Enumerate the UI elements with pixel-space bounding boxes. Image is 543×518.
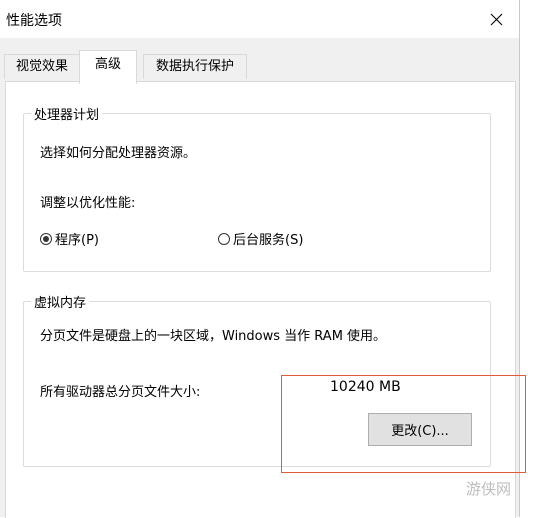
performance-options-dialog: 性能选项 视觉效果 高级 数据执行保护 处理器计划 选择如何分配处理器资源。 调… [0, 0, 520, 518]
close-icon [490, 13, 502, 25]
tab-advanced[interactable]: 高级 [79, 50, 137, 84]
group-title: 处理器计划 [31, 104, 103, 123]
tab-label: 视觉效果 [15, 59, 68, 74]
background-outside-window [520, 0, 543, 517]
radio-label: 后台服务(S) [233, 233, 304, 248]
title-bar: 性能选项 [0, 0, 519, 38]
button-label: 更改(C)... [391, 424, 449, 439]
watermark: 游侠网 [466, 480, 512, 498]
window-title: 性能选项 [6, 13, 62, 29]
adjust-performance-label: 调整以优化性能: [40, 196, 136, 211]
group-title: 虚拟内存 [31, 292, 90, 311]
radio-programs[interactable]: 程序(P) [40, 229, 99, 248]
radio-selected-indicator [40, 232, 52, 245]
radio-background-services[interactable]: 后台服务(S) [218, 229, 303, 248]
radio-unselected-indicator [218, 232, 230, 245]
radio-label: 程序(P) [55, 233, 99, 248]
tab-visual-effects[interactable]: 视觉效果 [4, 54, 80, 79]
close-button[interactable] [473, 0, 519, 38]
change-button[interactable]: 更改(C)... [368, 413, 472, 446]
total-paging-size-value: 10240 MB [330, 379, 401, 395]
tab-data-execution-prevention[interactable]: 数据执行保护 [143, 54, 247, 79]
total-paging-size-label: 所有驱动器总分页文件大小: [40, 385, 201, 400]
tab-label: 高级 [94, 57, 121, 72]
paging-file-description: 分页文件是硬盘上的一块区域，Windows 当作 RAM 使用。 [40, 329, 387, 344]
tab-label: 数据执行保护 [155, 59, 234, 74]
processor-description: 选择如何分配处理器资源。 [40, 146, 197, 161]
